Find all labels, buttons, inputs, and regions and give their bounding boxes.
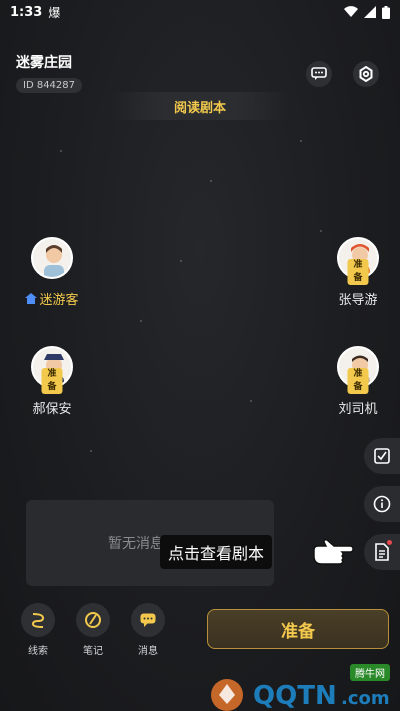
player-avatar [31,237,73,279]
player-name: 刘司机 [338,402,378,417]
ready-badge: 准备 [347,259,369,285]
player-slot-host[interactable]: 迷游客 [17,237,87,308]
checklist-icon [374,448,390,464]
svg-text:.com: .com [341,688,390,709]
ready-button[interactable]: 准备 [207,609,389,649]
room-title: 迷雾庄园 [16,55,72,71]
notes-label: 笔记 [83,646,103,657]
notification-text: 爆 [48,5,61,20]
player-slot[interactable]: 准备 张导游 [323,237,393,308]
messages-button[interactable]: 消息 [130,603,166,657]
clue-button[interactable]: 线索 [20,603,56,657]
status-bar: 1:33 爆 [0,0,400,24]
settings-button[interactable] [353,61,379,87]
read-script-button[interactable]: 阅读剧本 [110,92,290,120]
message-icon [140,613,156,627]
player-slot[interactable]: 准备 郝保安 [17,346,87,417]
player-slot[interactable]: 准备 刘司机 [323,346,393,417]
watermark-logo: QQTN .com [211,679,390,711]
task-checklist-button[interactable] [364,438,400,474]
player-name: 郝保安 [32,402,72,417]
info-icon [373,495,391,513]
ready-badge: 准备 [347,368,369,394]
svg-text:QQTN: QQTN [253,681,337,711]
player-name-row: 迷游客 [25,289,79,308]
script-document-button[interactable] [364,534,400,570]
home-icon [25,293,38,304]
clue-icon [31,613,45,628]
gear-icon [359,66,373,82]
clue-label: 线索 [28,646,48,657]
signal-icon [364,6,376,18]
player-name: 张导游 [338,293,378,308]
messages-label: 消息 [138,646,158,657]
ready-badge: 准备 [41,368,63,394]
guide-tooltip[interactable]: 点击查看剧本 [160,535,273,569]
info-button[interactable] [364,486,400,522]
notes-button[interactable]: 笔记 [75,603,111,657]
document-icon [375,543,389,561]
chat-button[interactable] [306,61,332,87]
wifi-icon [344,6,358,18]
unread-dot [387,540,392,545]
chat-bubble-icon [311,67,327,80]
player-name: 迷游客 [39,293,79,308]
room-id-badge: ID 844287 [16,78,83,93]
battery-icon [382,5,390,19]
notes-icon [85,612,101,628]
status-icons [344,5,390,19]
pointing-hand-icon [312,538,354,572]
status-time: 1:33 [10,4,43,20]
